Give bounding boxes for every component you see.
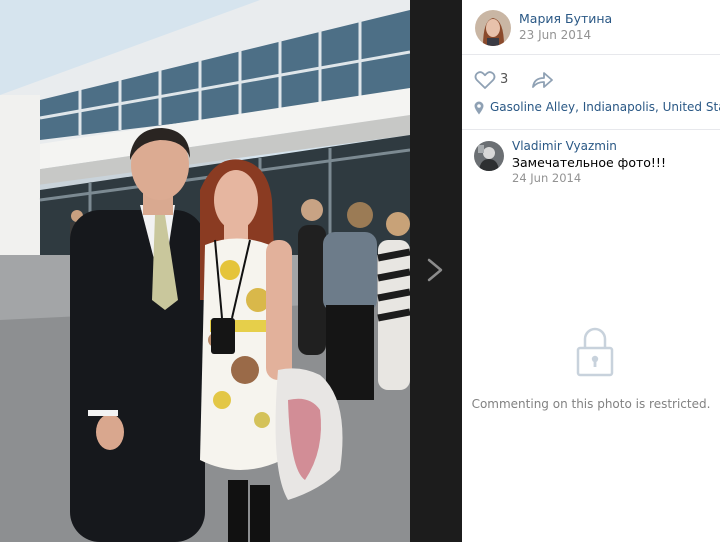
location-link[interactable]: Gasoline Alley, Indianapolis, United Sta… — [490, 100, 720, 114]
post-date[interactable]: 23 Jun 2014 — [519, 28, 591, 42]
lock-icon — [576, 327, 614, 377]
comment-date[interactable]: 24 Jun 2014 — [512, 171, 581, 185]
photo-viewer[interactable] — [0, 0, 410, 542]
photo-image — [0, 0, 410, 542]
comments-restricted-notice: Commenting on this photo is restricted. — [471, 397, 711, 411]
photo-nav-strip — [410, 0, 462, 542]
share-arrow-icon[interactable] — [531, 70, 553, 90]
post-header: Мария Бутина 23 Jun 2014 — [462, 0, 720, 55]
heart-icon[interactable] — [474, 70, 496, 90]
comment-text: Замечательное фото!!! — [512, 155, 666, 170]
post-sidebar: Мария Бутина 23 Jun 2014 3 Gasoline Alle… — [462, 0, 720, 542]
commenter-avatar[interactable] — [474, 141, 504, 171]
divider — [462, 129, 720, 130]
author-avatar[interactable] — [475, 10, 511, 46]
location-row: Gasoline Alley, Indianapolis, United Sta… — [474, 100, 720, 118]
author-name[interactable]: Мария Бутина — [519, 11, 612, 26]
chevron-right-icon[interactable] — [417, 248, 453, 292]
map-pin-icon — [474, 101, 484, 115]
comment-author[interactable]: Vladimir Vyazmin — [512, 139, 617, 153]
like-count: 3 — [500, 72, 509, 87]
comment-item: Vladimir Vyazmin Замечательное фото!!! 2… — [462, 138, 720, 190]
post-actions: 3 — [462, 56, 720, 102]
